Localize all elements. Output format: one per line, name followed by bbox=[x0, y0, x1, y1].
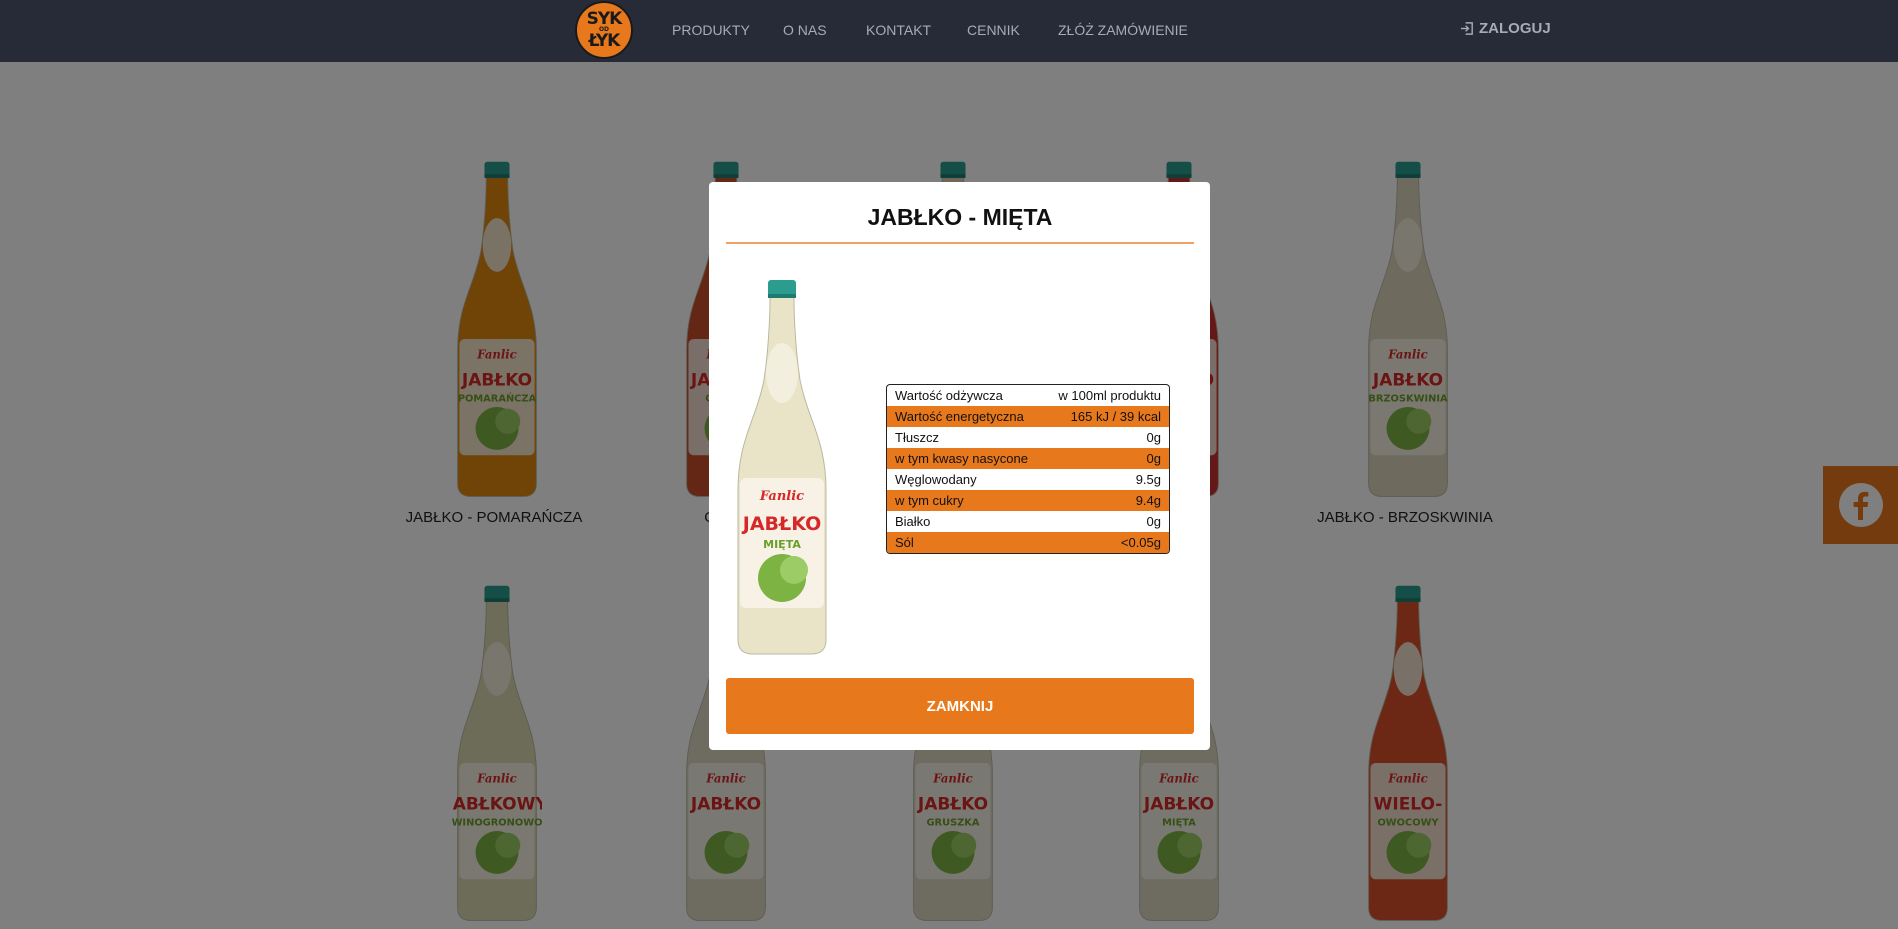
title-divider bbox=[726, 242, 1194, 244]
modal-title: JABŁKO - MIĘTA bbox=[867, 204, 1053, 230]
nutrition-name: Sól bbox=[895, 535, 914, 550]
product-details-modal: JABŁKO - MIĘTA Fanlic JABŁKO MIĘTA Wartość… bbox=[709, 182, 1210, 750]
nutrition-name: w tym kwasy nasycone bbox=[895, 451, 1028, 466]
product-image: Fanlic JABŁKO MIĘTA bbox=[727, 278, 837, 663]
login-arrow-icon bbox=[1460, 22, 1473, 35]
nutrition-value: <0.05g bbox=[1120, 535, 1161, 550]
nutrition-row: w tym cukry 9.4g bbox=[887, 490, 1169, 511]
nutrition-name: Białko bbox=[895, 514, 931, 529]
bottle-illustration: Fanlic JABŁKO MIĘTA bbox=[737, 280, 827, 655]
nutrition-value: 0g bbox=[1146, 430, 1161, 445]
nutrition-row: Białko 0g bbox=[887, 511, 1169, 532]
nutrition-value: 0g bbox=[1146, 514, 1161, 529]
nutrition-row: Wartość energetyczna 165 kJ / 39 kcal bbox=[887, 406, 1169, 427]
nav-zloz-zamowienie[interactable]: ZŁÓŻ ZAMÓWIENIE bbox=[1058, 22, 1188, 38]
nutrition-name: Węglowodany bbox=[895, 472, 977, 487]
login-button[interactable]: ZALOGUJ bbox=[1460, 20, 1551, 37]
nutrition-row: w tym kwasy nasycone 0g bbox=[887, 448, 1169, 469]
bottle-brand: Fanlic bbox=[759, 489, 804, 504]
bottle-sublabel: MIĘTA bbox=[763, 538, 801, 551]
nav-kontakt[interactable]: KONTAKT bbox=[866, 22, 931, 38]
logo-text-bottom: ŁYK bbox=[588, 30, 621, 51]
nutrition-row: Sól <0.05g bbox=[887, 532, 1169, 553]
nutrition-value: w 100ml produktu bbox=[1058, 388, 1161, 403]
logo-text-top: SYK bbox=[586, 9, 623, 30]
nutrition-table: Wartość odżywcza w 100ml produktu Wartość… bbox=[886, 384, 1170, 554]
nutrition-row: Węglowodany 9.5g bbox=[887, 469, 1169, 490]
top-navigation-bar: SYK OD ŁYK PRODUKTY O NAS KONTAKT CENNIK… bbox=[0, 0, 1898, 62]
nav-produkty[interactable]: PRODUKTY bbox=[672, 22, 750, 38]
nutrition-value: 165 kJ / 39 kcal bbox=[1070, 409, 1161, 424]
nutrition-value: 9.5g bbox=[1135, 472, 1161, 487]
nav-o-nas[interactable]: O NAS bbox=[783, 22, 827, 38]
nav-cennik[interactable]: CENNIK bbox=[967, 22, 1020, 38]
login-label: ZALOGUJ bbox=[1479, 20, 1551, 37]
close-modal-button[interactable]: ZAMKNIJ bbox=[726, 678, 1194, 734]
nutrition-row: Wartość odżywcza w 100ml produktu bbox=[887, 385, 1169, 406]
logo[interactable]: SYK OD ŁYK bbox=[575, 1, 633, 59]
bottle-label: JABŁKO bbox=[741, 513, 821, 535]
nutrition-value: 9.4g bbox=[1135, 493, 1161, 508]
nutrition-value: 0g bbox=[1146, 451, 1161, 466]
nutrition-name: w tym cukry bbox=[895, 493, 964, 508]
nutrition-row: Tłuszcz 0g bbox=[887, 427, 1169, 448]
nutrition-name: Wartość energetyczna bbox=[895, 409, 1024, 424]
nutrition-name: Tłuszcz bbox=[895, 430, 940, 445]
nutrition-name: Wartość odżywcza bbox=[895, 388, 1003, 403]
